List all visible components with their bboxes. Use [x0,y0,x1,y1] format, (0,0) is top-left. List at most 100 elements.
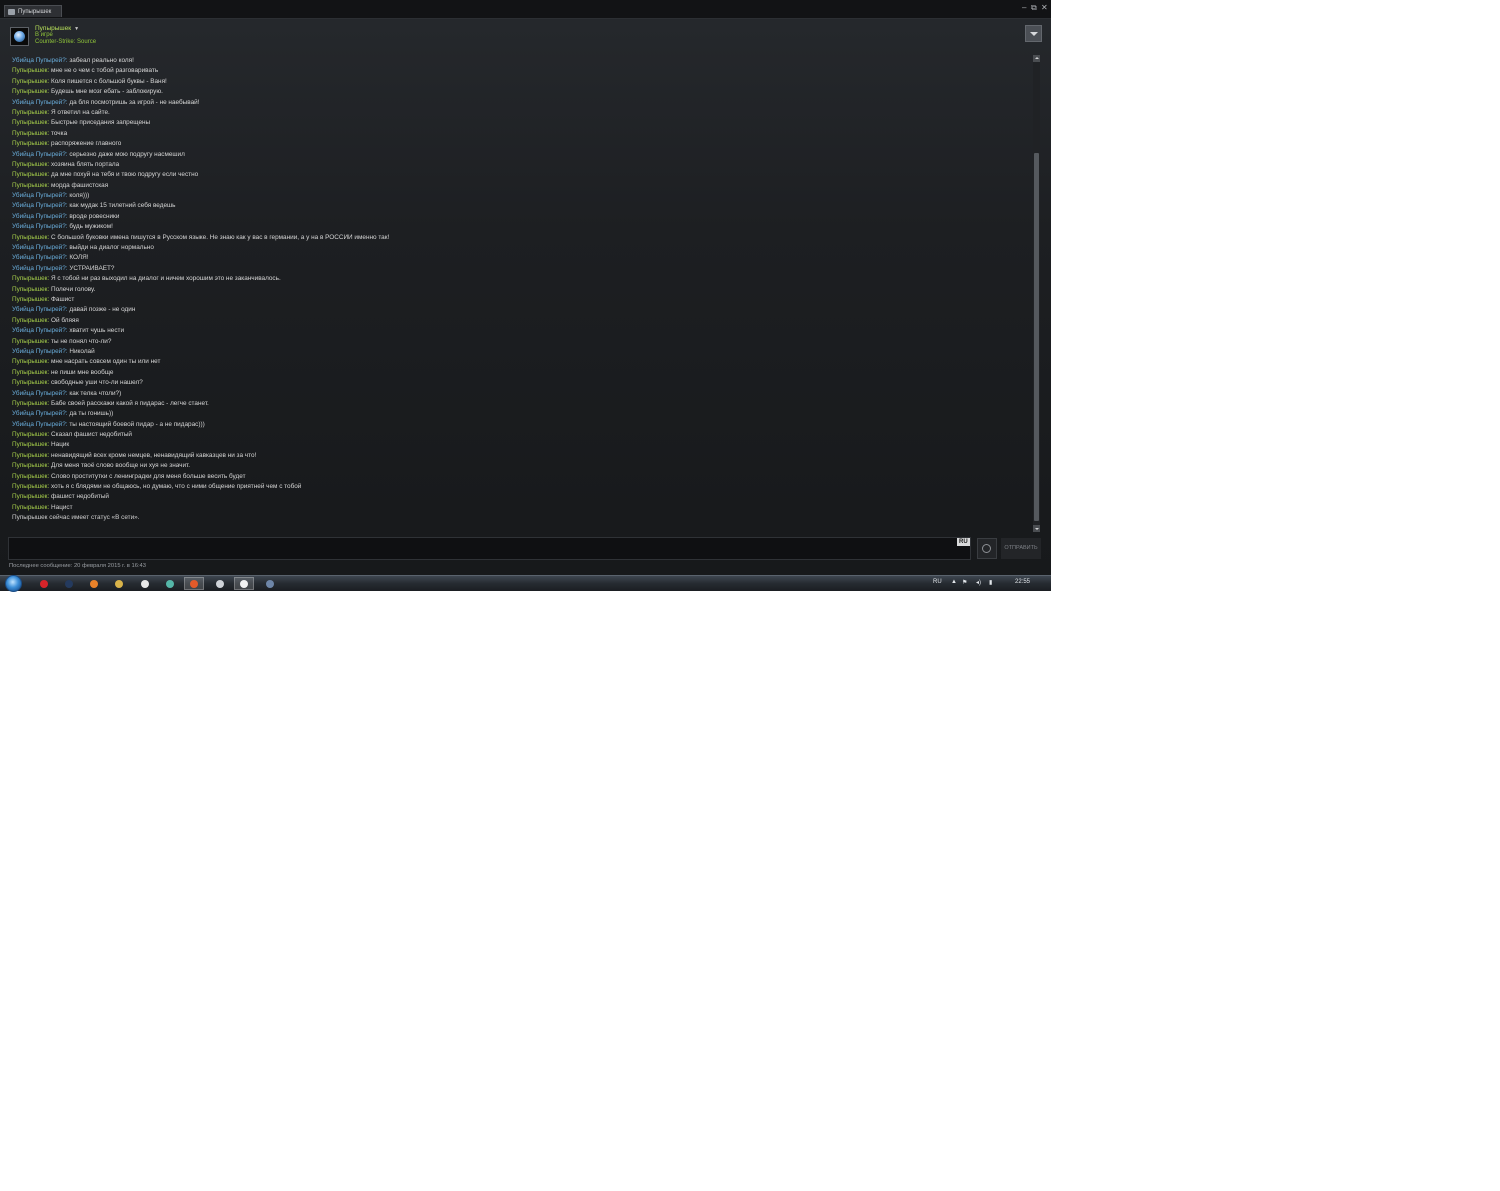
message-sender[interactable]: Убийца Пупырей? [12,99,66,106]
message-sender[interactable]: Пупырышек [12,431,47,438]
message-sender[interactable]: Пупырышек [12,78,47,85]
message-sender[interactable]: Пупырышек [12,275,47,282]
message-sender[interactable]: Убийца Пупырей? [12,306,66,313]
message-text: хозяина блять портала [51,160,120,168]
message-sender[interactable]: Пупырышек [12,140,47,147]
chat-message: Пупырышек: хозяина блять портала [12,160,1022,170]
message-sender[interactable]: Пупырышек [12,483,47,490]
last-message-info: Последнее сообщение: 20 февраля 2015 г. … [9,563,146,569]
taskbar-app-button[interactable] [34,577,54,590]
restore-button[interactable]: ⧉ [1031,3,1037,13]
message-sender[interactable]: Убийца Пупырей? [12,348,66,355]
system-message: Пупырышек сейчас имеет статус «В сети». [12,513,1022,523]
message-input[interactable] [8,537,971,560]
taskbar-app-button[interactable] [135,577,155,590]
taskbar-app-button[interactable] [160,577,180,590]
tray-clock[interactable]: 22:55 [1015,579,1030,585]
message-sender[interactable]: Пупырышек [12,462,47,469]
message-sender[interactable]: Пупырышек [12,88,47,95]
minimize-button[interactable]: ‒ [1022,3,1026,13]
message-sender[interactable]: Пупырышек [12,296,47,303]
taskbar-app-button[interactable] [234,577,254,590]
message-text: Коля пишется с большой буквы - Ваня! [51,77,167,85]
message-sender[interactable]: Пупырышек [12,504,47,511]
chat-message: Пупырышек: хоть я с блядями не общаюсь, … [12,482,1022,492]
message-sender[interactable]: Пупырышек [12,338,47,345]
flag-icon[interactable]: ⚑ [962,579,967,586]
tray-language[interactable]: RU [933,579,942,585]
message-sender[interactable]: Убийца Пупырей? [12,213,66,220]
close-button[interactable]: ✕ [1041,3,1048,13]
taskbar-app-button[interactable] [109,577,129,590]
document-icon [240,579,248,588]
message-sender[interactable]: Убийца Пупырей? [12,192,66,199]
message-sender[interactable]: Пупырышек [12,109,47,116]
message-sender[interactable]: Пупырышек [12,161,47,168]
message-sender[interactable]: Пупырышек [12,452,47,459]
message-sender[interactable]: Пупырышек [12,400,47,407]
chat-tab[interactable]: Пупырышек [4,5,62,17]
message-sender[interactable]: Пупырышек [12,171,47,178]
message-text: Будешь мне мозг ебать - заблокирую. [51,88,163,96]
avatar[interactable] [10,27,29,46]
message-sender[interactable]: Пупырышек [12,441,47,448]
shield-icon [166,579,174,588]
scroll-up-icon[interactable] [1033,55,1040,62]
friend-name[interactable]: Пупырышек ▼ [35,25,79,32]
volume-icon[interactable]: ◂) [976,579,981,586]
chat-message: Убийца Пупырей?: хватит чушь нести [12,326,1022,336]
message-text: Для меня твоё слово вообще ни хуя не зна… [51,462,191,470]
message-text: хоть я с блядями не общаюсь, но думаю, ч… [51,483,302,491]
message-sender[interactable]: Пупырышек [12,286,47,293]
message-sender[interactable]: Пупырышек [12,182,47,189]
message-sender[interactable]: Убийца Пупырей? [12,57,66,64]
message-sender[interactable]: Пупырышек [12,369,47,376]
message-sender[interactable]: Убийца Пупырей? [12,254,66,261]
message-text: забеал реально коля! [69,57,134,64]
chat-message: Убийца Пупырей?: как мудак 15 тилетний с… [12,201,1022,211]
message-sender[interactable]: Убийца Пупырей? [12,244,66,251]
tray-chevron-up-icon[interactable]: ▲ [951,579,957,585]
message-sender[interactable]: Пупырышек [12,119,47,126]
chat-message: Убийца Пупырей?: ты настоящий боевой пид… [12,420,1022,430]
message-sender[interactable]: Убийца Пупырей? [12,202,66,209]
message-text: Слово проститутки с ленинградки для меня… [51,472,246,480]
scroll-thumb[interactable] [1034,153,1039,521]
message-sender[interactable]: Пупырышек [12,473,47,480]
message-sender[interactable]: Убийца Пупырей? [12,421,66,428]
scroll-down-icon[interactable] [1033,525,1040,532]
message-sender[interactable]: Убийца Пупырей? [12,390,66,397]
message-sender[interactable]: Пупырышек [12,358,47,365]
options-dropdown-button[interactable] [1025,25,1042,42]
emoticon-button[interactable] [977,538,997,559]
taskbar-app-button[interactable] [260,577,280,590]
send-button[interactable]: ОТПРАВИТЬ [1001,538,1041,559]
taskbar-app-button[interactable] [184,577,204,590]
message-sender[interactable]: Убийца Пупырей? [12,223,66,230]
message-sender[interactable]: Пупырышек [12,234,47,241]
message-sender[interactable]: Пупырышек [12,67,47,74]
chat-message: Пупырышек: Будешь мне мозг ебать - забло… [12,87,1022,97]
message-sender[interactable]: Пупырышек [12,493,47,500]
windows-start-icon[interactable] [5,575,22,592]
network-signal-icon[interactable]: ▮ [989,579,992,586]
taskbar-app-button[interactable] [210,577,230,590]
message-sender[interactable]: Убийца Пупырей? [12,265,66,272]
message-sender[interactable]: Пупырышек [12,379,47,386]
message-sender[interactable]: Пупырышек [12,130,47,137]
message-text: ты настоящий боевой пидар - а не пидарас… [69,420,205,428]
chevron-down-icon[interactable]: ▼ [74,26,79,32]
message-text: Я ответил на сайте. [51,108,110,116]
message-sender[interactable]: Убийца Пупырей? [12,151,66,158]
folder-icon [115,579,123,588]
message-text: будь мужиком! [69,223,113,231]
taskbar-app-button[interactable] [84,577,104,590]
message-sender[interactable]: Пупырышек [12,317,47,324]
message-text: Николай [69,347,95,355]
taskbar-app-button[interactable] [59,577,79,590]
message-sender[interactable]: Убийца Пупырей? [12,327,66,334]
chat-message: Пупырышек: да мне похуй на тебя и твою п… [12,170,1022,180]
chat-message: Пупырышек: Я ответил на сайте. [12,108,1022,118]
message-sender[interactable]: Убийца Пупырей? [12,410,66,417]
chat-scrollbar[interactable] [1033,55,1040,532]
